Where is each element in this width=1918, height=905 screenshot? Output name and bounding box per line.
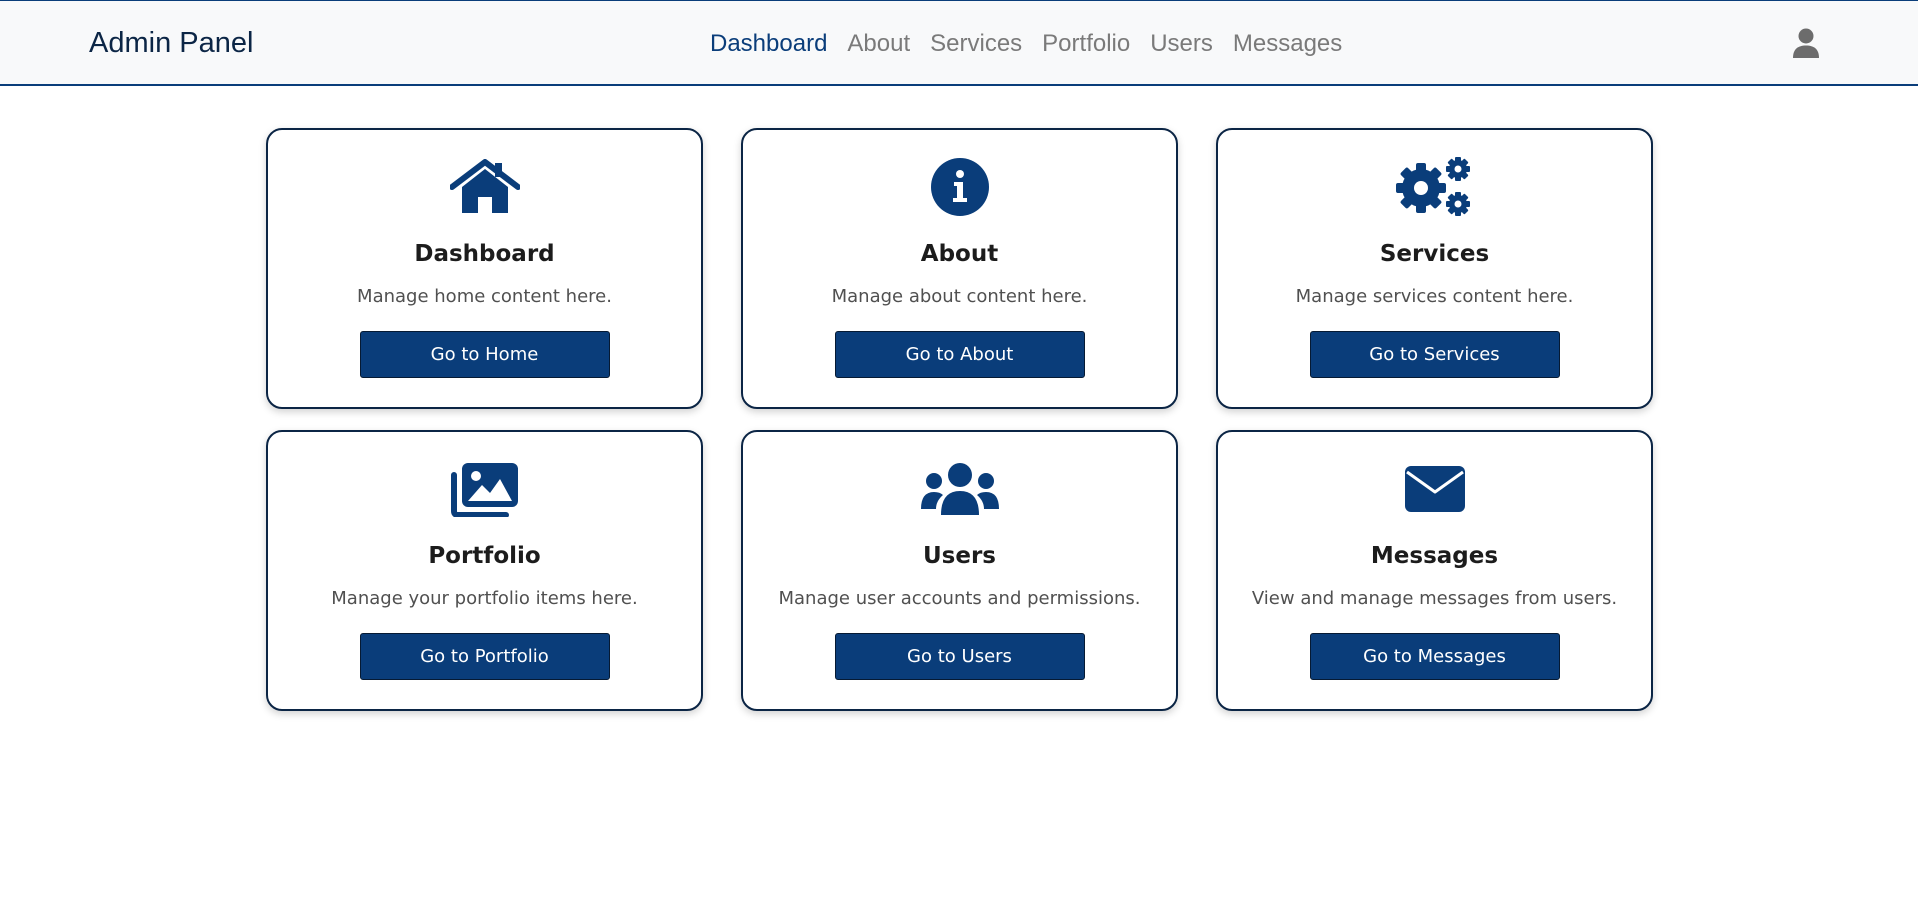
card-services: Services Manage services content here. G… [1216,128,1653,409]
card-messages: Messages View and manage messages from u… [1216,430,1653,711]
home-icon [445,156,525,218]
gears-icon [1395,156,1475,218]
card-title: Messages [1370,543,1499,569]
card-portfolio: Portfolio Manage your portfolio items he… [266,430,703,711]
go-to-about-button[interactable]: Go to About [834,331,1085,378]
card-about: About Manage about content here. Go to A… [741,128,1178,409]
go-to-portfolio-button[interactable]: Go to Portfolio [359,633,610,680]
nav-link-about[interactable]: About [837,26,920,62]
card-description: Manage your portfolio items here. [331,588,638,609]
images-icon [445,458,525,520]
card-title: Portfolio [428,543,541,569]
card-description: Manage services content here. [1295,286,1574,307]
card-description: View and manage messages from users. [1251,588,1618,609]
nav-link-messages[interactable]: Messages [1223,26,1352,62]
go-to-home-button[interactable]: Go to Home [359,331,610,378]
card-users: Users Manage user accounts and permissio… [741,430,1178,711]
navbar: Admin Panel Dashboard About Services Por… [0,0,1918,86]
brand-title[interactable]: Admin Panel [89,25,253,61]
card-grid: Dashboard Manage home content here. Go t… [266,128,1653,711]
card-title: Services [1379,241,1490,267]
card-dashboard: Dashboard Manage home content here. Go t… [266,128,703,409]
nav-links: Dashboard About Services Portfolio Users… [700,26,1352,62]
nav-link-users[interactable]: Users [1140,26,1223,62]
nav-link-services[interactable]: Services [920,26,1032,62]
go-to-users-button[interactable]: Go to Users [834,633,1085,680]
nav-link-dashboard[interactable]: Dashboard [700,26,837,62]
user-icon[interactable] [1790,27,1822,59]
card-title: Users [923,543,996,569]
card-description: Manage user accounts and permissions. [778,588,1141,609]
envelope-icon [1395,458,1475,520]
nav-link-portfolio[interactable]: Portfolio [1032,26,1140,62]
card-description: Manage home content here. [357,286,612,307]
card-description: Manage about content here. [831,286,1088,307]
info-icon [920,156,1000,218]
go-to-messages-button[interactable]: Go to Messages [1309,633,1560,680]
users-icon [920,458,1000,520]
card-title: Dashboard [414,241,555,267]
go-to-services-button[interactable]: Go to Services [1309,331,1560,378]
card-title: About [920,241,999,267]
